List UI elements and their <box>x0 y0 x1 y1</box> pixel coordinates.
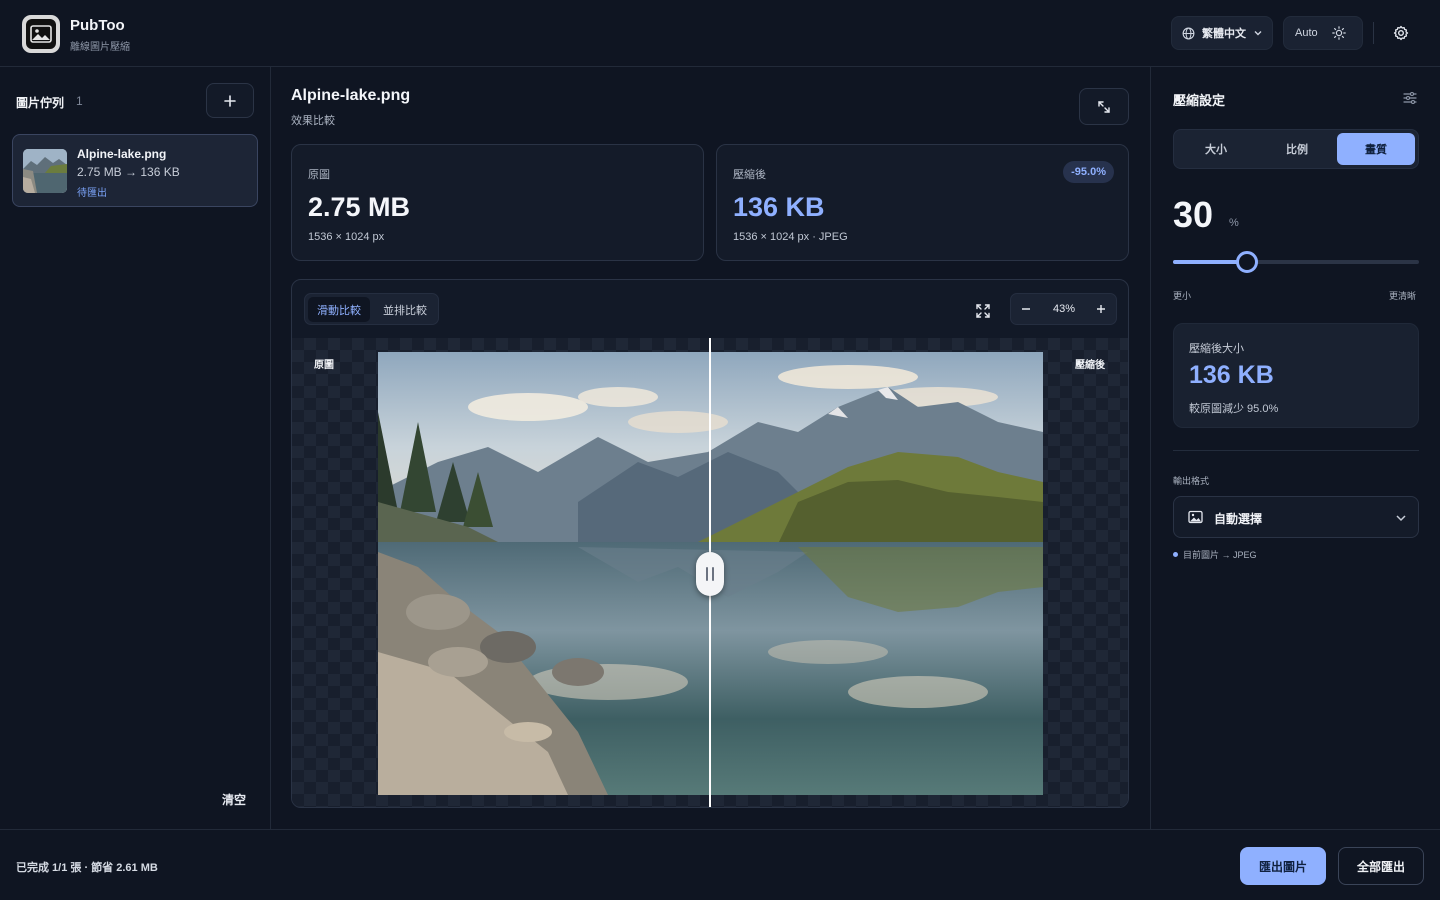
compare-mode-tabs: 滑動比較 並排比較 <box>304 293 439 325</box>
output-format-note: 目前圖片 → JPEG <box>1183 550 1257 560</box>
output-format-value: 自動選擇 <box>1214 512 1263 526</box>
quality-unit: % <box>1229 217 1239 229</box>
language-label: 繁體中文 <box>1202 28 1246 40</box>
result-size-card: 壓縮後大小 136 KB 較原圖減少 95.0% <box>1173 323 1419 428</box>
app-subtitle: 離線圖片壓縮 <box>70 42 130 53</box>
sliders-icon[interactable] <box>1403 91 1417 105</box>
current-file-title: Alpine-lake.png <box>291 87 411 104</box>
zoom-control: 43% <box>1010 293 1117 325</box>
settings-divider <box>1173 450 1419 451</box>
compression-mode-tabs: 大小 比例 畫質 <box>1173 129 1419 169</box>
export-image-button[interactable]: 匯出圖片 <box>1240 847 1326 885</box>
minus-icon <box>1022 308 1030 310</box>
add-image-button[interactable] <box>206 83 254 118</box>
zoom-in-button[interactable] <box>1087 294 1115 324</box>
format-indicator-dot <box>1173 552 1178 557</box>
tab-ratio[interactable]: 比例 <box>1258 133 1336 165</box>
file-name: Alpine-lake.png <box>77 147 167 161</box>
language-select[interactable]: 繁體中文 <box>1171 16 1273 50</box>
original-meta: 1536 × 1024 px <box>308 231 385 243</box>
compressed-label: 壓縮後 <box>733 169 766 181</box>
output-format-label: 輸出格式 <box>1173 476 1210 486</box>
expand-icon <box>1098 100 1110 113</box>
export-all-button[interactable]: 全部匯出 <box>1338 847 1424 885</box>
file-status: 待匯出 <box>77 188 107 199</box>
image-icon <box>1188 510 1203 524</box>
fit-to-screen-button[interactable] <box>972 300 994 322</box>
status-text: 已完成 1/1 張 · 節省 2.61 MB <box>16 862 158 874</box>
globe-icon <box>1182 27 1195 39</box>
header-divider <box>1373 22 1374 44</box>
reduction-badge: -95.0% <box>1063 161 1114 183</box>
queue-count: 1 <box>76 94 83 108</box>
compressed-meta: 1536 × 1024 px · JPEG <box>733 231 848 243</box>
settings-button[interactable] <box>1388 20 1414 46</box>
tab-quality[interactable]: 畫質 <box>1337 133 1415 165</box>
plus-icon <box>1097 305 1105 313</box>
theme-mode-label: Auto <box>1295 27 1318 39</box>
quality-value: 30 <box>1173 194 1214 235</box>
image-queue-sidebar: 圖片佇列 1 Alpine-lake.png 2.75 MB → 136 KB … <box>0 67 271 829</box>
app-name: PubToo <box>70 17 125 34</box>
fit-screen-icon <box>976 304 990 318</box>
gear-icon <box>1393 25 1409 41</box>
compressed-side-label: 壓縮後 <box>1075 360 1105 371</box>
quality-slider[interactable] <box>1173 251 1419 273</box>
compare-divider-handle[interactable] <box>696 552 724 596</box>
compression-settings-panel: 壓縮設定 大小 比例 畫質 30 % 更小 更清晰 壓縮後大小 136 KB 較… <box>1150 67 1440 829</box>
tab-side-by-side[interactable]: 並排比較 <box>374 297 436 322</box>
compare-panel: 滑動比較 並排比較 43% 原圖 壓縮後 <box>291 279 1129 808</box>
zoom-out-button[interactable] <box>1012 294 1040 324</box>
plus-icon <box>224 94 236 107</box>
app-header: PubToo 離線圖片壓縮 繁體中文 Auto <box>0 0 1440 67</box>
chevron-down-icon <box>1254 31 1262 36</box>
settings-title: 壓縮設定 <box>1173 93 1226 108</box>
theme-toggle[interactable]: Auto <box>1283 16 1363 50</box>
original-side-label: 原圖 <box>314 360 334 371</box>
compressed-size: 136 KB <box>733 192 825 222</box>
zoom-level: 43% <box>1052 303 1076 315</box>
output-format-select[interactable]: 自動選擇 <box>1173 496 1419 538</box>
expand-view-button[interactable] <box>1079 88 1129 125</box>
slider-min-label: 更小 <box>1173 291 1192 301</box>
file-size-change: 2.75 MB → 136 KB <box>77 165 180 179</box>
compare-canvas[interactable]: 原圖 壓縮後 <box>292 338 1128 807</box>
queue-title: 圖片佇列 <box>16 96 65 110</box>
result-size-label: 壓縮後大小 <box>1189 343 1244 355</box>
tab-slide-compare[interactable]: 滑動比較 <box>308 297 370 322</box>
original-label: 原圖 <box>308 169 330 181</box>
original-size: 2.75 MB <box>308 192 411 222</box>
clear-queue-button[interactable]: 清空 <box>222 791 246 808</box>
queue-file-item[interactable]: Alpine-lake.png 2.75 MB → 136 KB 待匯出 <box>12 134 258 207</box>
status-footer: 已完成 1/1 張 · 節省 2.61 MB 匯出圖片 全部匯出 <box>0 829 1440 900</box>
quality-slider-thumb[interactable] <box>1236 251 1258 273</box>
original-stats-card: 原圖 2.75 MB 1536 × 1024 px <box>291 144 704 261</box>
tab-size[interactable]: 大小 <box>1177 133 1255 165</box>
compressed-stats-card: 壓縮後 -95.0% 136 KB 1536 × 1024 px · JPEG <box>716 144 1129 261</box>
file-thumbnail <box>23 149 67 193</box>
result-size-note: 較原圖減少 95.0% <box>1189 403 1279 415</box>
slider-max-label: 更清晰 <box>1389 291 1417 301</box>
compare-subtitle: 效果比較 <box>291 115 335 127</box>
app-logo-icon <box>22 15 60 53</box>
chevron-down-icon <box>1396 515 1406 522</box>
sun-icon <box>1331 26 1346 40</box>
result-size-value: 136 KB <box>1189 361 1274 389</box>
